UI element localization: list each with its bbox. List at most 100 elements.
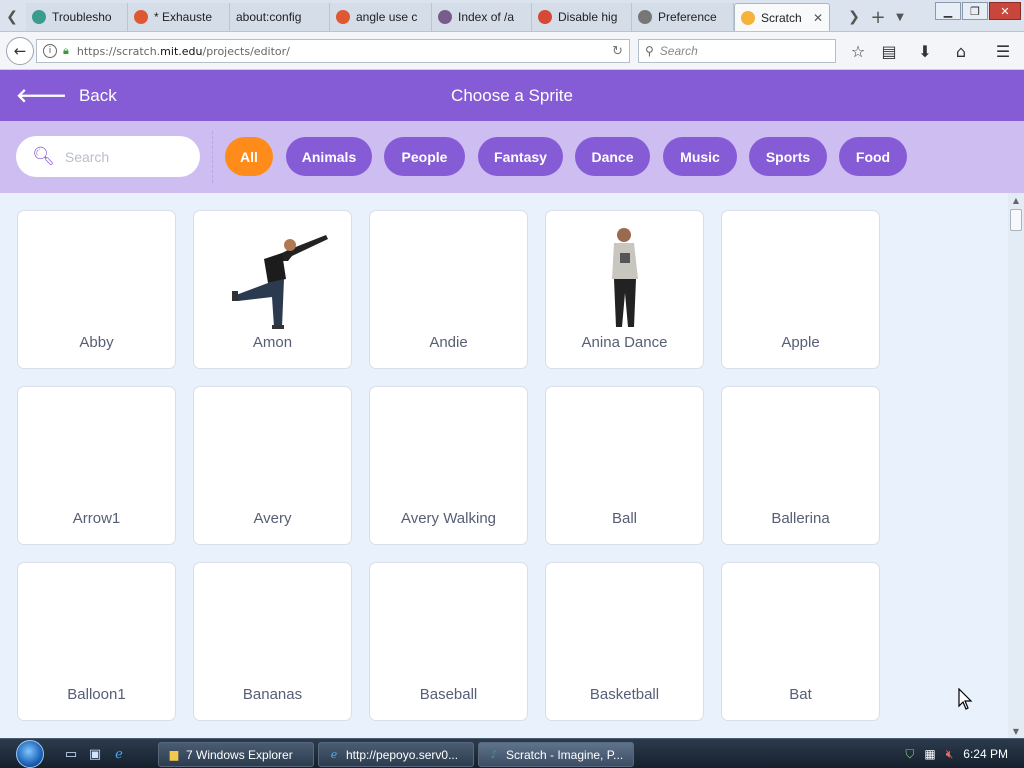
tray-shield-icon[interactable]: ⛉: [905, 747, 914, 762]
scroll-up-icon[interactable]: ▲: [1008, 193, 1024, 207]
category-chip-music[interactable]: Music: [663, 137, 737, 176]
category-chip-dance[interactable]: Dance: [575, 137, 650, 176]
browser-tab[interactable]: Disable hig: [532, 3, 632, 31]
bookmark-star-icon[interactable]: ☆: [846, 40, 870, 62]
system-tray: ⛉ ▦ 🔇︎ 6:24 PM: [905, 739, 1024, 768]
taskbar-button-ie[interactable]: ℯ http://pepoyo.serv0...: [318, 742, 474, 767]
site-info-icon[interactable]: i: [43, 44, 57, 58]
maximize-icon[interactable]: ❐: [962, 2, 988, 20]
sprite-card[interactable]: Avery Walking: [369, 386, 528, 545]
sprite-name: Ballerina: [771, 510, 830, 527]
sprite-card[interactable]: Anina Dance: [545, 210, 704, 369]
url-text: https://scratch.mit.edu/projects/editor/: [76, 44, 290, 58]
browser-tab[interactable]: Preference: [632, 3, 734, 31]
sprite-name: Balloon1: [67, 686, 126, 703]
sprite-search-box[interactable]: 🔍︎: [16, 136, 200, 177]
browser-tab-title: * Exhauste: [154, 10, 213, 24]
filter-bar: 🔍︎ All Animals People Fantasy Dance Music Spor…: [0, 121, 1024, 193]
sprite-name: Basketball: [589, 686, 660, 703]
category-chip-all[interactable]: All: [225, 137, 273, 176]
start-button[interactable]: [8, 739, 52, 768]
switch-windows-icon[interactable]: ▣: [86, 745, 104, 763]
folder-icon: ▆: [169, 748, 179, 761]
browser-tab[interactable]: * Exhauste: [128, 3, 230, 31]
browser-tab-title: Index of /a: [458, 10, 515, 24]
taskbar-button-label: Scratch - Imagine, P...: [506, 747, 624, 762]
browser-back-icon[interactable]: ←: [6, 37, 34, 65]
home-icon[interactable]: ⌂: [949, 40, 973, 62]
windows-logo-icon: [16, 740, 44, 768]
category-chip-fantasy[interactable]: Fantasy: [478, 137, 563, 176]
folder-image-icon: [438, 10, 452, 24]
tab-list-icon[interactable]: ▼: [890, 4, 910, 30]
troubleshoot-icon: [32, 10, 46, 24]
sprite-card[interactable]: Baseball: [369, 562, 528, 721]
scroll-thumb[interactable]: [1010, 209, 1022, 231]
browser-tab[interactable]: Troublesho: [26, 3, 128, 31]
category-chip-sports[interactable]: Sports: [749, 137, 827, 176]
sprite-card[interactable]: Bananas: [193, 562, 352, 721]
downloads-icon[interactable]: ⬇: [913, 40, 937, 62]
sprite-card[interactable]: Bat: [721, 562, 880, 721]
library-title: Choose a Sprite: [451, 86, 573, 105]
url-bar[interactable]: i 🔒︎ https://scratch.mit.edu/projects/ed…: [36, 39, 630, 63]
back-label: Back: [78, 85, 117, 105]
sprite-name: Baseball: [419, 686, 478, 703]
tab-scroll-left-icon[interactable]: ❮: [2, 4, 22, 30]
sprite-card[interactable]: Abby: [17, 210, 176, 369]
reload-icon[interactable]: ↻: [612, 44, 623, 59]
clock[interactable]: 6:24 PM: [963, 747, 1008, 761]
category-chip-people[interactable]: People: [384, 137, 465, 176]
tab-scroll-right-icon[interactable]: ❯: [844, 4, 864, 30]
sprite-name: Apple: [781, 334, 820, 351]
sprite-card[interactable]: Amon: [193, 210, 352, 369]
internet-explorer-icon[interactable]: ℯ: [110, 745, 128, 763]
browser-search-placeholder: Search: [659, 44, 698, 58]
mouse-cursor-icon: [958, 688, 973, 710]
sprite-name: Avery Walking: [400, 510, 497, 527]
browser-tab[interactable]: about:config: [230, 3, 330, 31]
sprite-card[interactable]: Avery: [193, 386, 352, 545]
category-chip-food[interactable]: Food: [839, 137, 907, 176]
filter-divider: [212, 131, 213, 183]
browser-tab[interactable]: angle use c: [330, 3, 432, 31]
taskbar-button-scratch[interactable]: ♪ Scratch - Imagine, P...: [478, 742, 634, 767]
sprite-card[interactable]: Balloon1: [17, 562, 176, 721]
sprite-card[interactable]: Arrow1: [17, 386, 176, 545]
sprite-card[interactable]: Basketball: [545, 562, 704, 721]
sprite-name: Avery: [253, 510, 292, 527]
taskbar-button-explorer[interactable]: ▆ 7 Windows Explorer: [158, 742, 314, 767]
back-button[interactable]: 🡐 Back: [16, 70, 117, 121]
sprite-card[interactable]: Ball: [545, 386, 704, 545]
sprite-card[interactable]: Apple: [721, 210, 880, 369]
browser-search-field[interactable]: ⚲ Search: [638, 39, 836, 63]
search-icon: 🔍︎: [32, 146, 55, 167]
menu-icon[interactable]: ☰: [991, 40, 1015, 62]
new-tab-icon[interactable]: +: [868, 4, 888, 30]
browser-tab-title: Disable hig: [558, 10, 618, 24]
category-chip-animals[interactable]: Animals: [286, 137, 372, 176]
gear-icon: [638, 10, 652, 24]
sprite-card[interactable]: Ballerina: [721, 386, 880, 545]
sprite-card[interactable]: Andie: [369, 210, 528, 369]
sprite-search-input[interactable]: [64, 148, 185, 165]
minimize-icon[interactable]: ▁: [935, 2, 961, 20]
scroll-down-icon[interactable]: ▼: [1008, 724, 1024, 738]
firefox-icon: [538, 10, 552, 24]
sprite-name: Arrow1: [72, 510, 121, 527]
show-desktop-icon[interactable]: ▭: [62, 745, 80, 763]
browser-tab[interactable]: Scratch ✕: [734, 3, 830, 31]
navigation-bar: ← i 🔒︎ https://scratch.mit.edu/projects/…: [0, 32, 1024, 70]
sprite-grid: Abby Amon Andie Anina Dance Apple Arrow1 Avery…: [0, 193, 1008, 738]
search-icon: ⚲: [645, 44, 654, 58]
close-tab-icon[interactable]: ✕: [807, 11, 823, 25]
browser-tab-title: Troublesho: [52, 10, 112, 24]
close-window-icon[interactable]: ✕: [989, 2, 1021, 20]
volume-muted-icon[interactable]: 🔇︎: [946, 747, 954, 762]
browser-tab-strip: ❮ Troublesho * Exhauste about:config angle …: [0, 0, 1024, 32]
vertical-scrollbar[interactable]: ▲ ▼: [1008, 193, 1024, 738]
reading-list-icon[interactable]: ▤: [877, 40, 901, 62]
network-icon[interactable]: ▦: [924, 747, 935, 761]
scratch-cat-icon: [741, 10, 755, 25]
browser-tab[interactable]: Index of /a: [432, 3, 532, 31]
